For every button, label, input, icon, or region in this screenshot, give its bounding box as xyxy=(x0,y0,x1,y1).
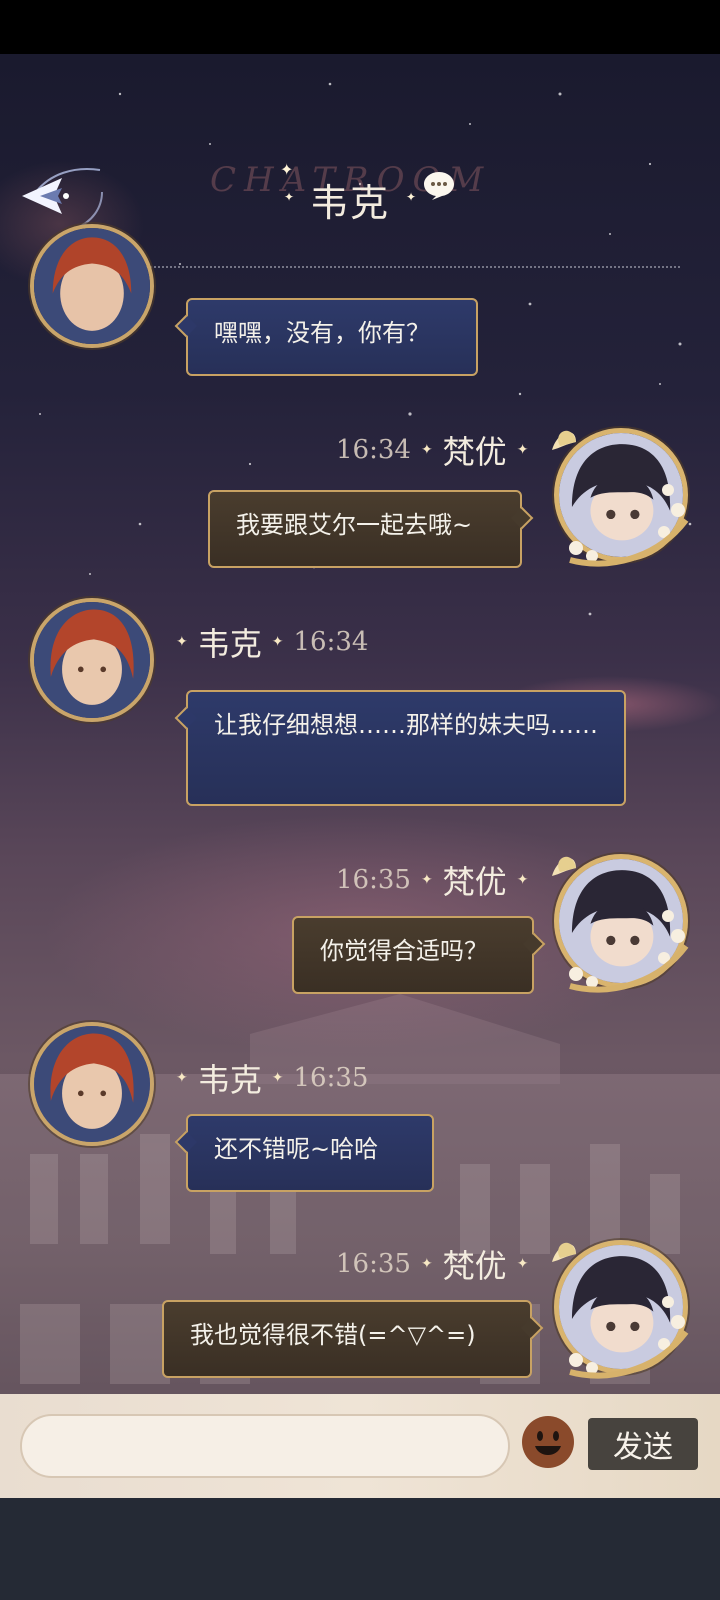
emoji-button[interactable] xyxy=(522,1416,574,1468)
status-bar xyxy=(0,0,720,54)
avatar-wake[interactable] xyxy=(30,1022,154,1146)
message-input-bar: 发送 xyxy=(0,1394,720,1498)
message-header: 16:35 ✦ 梵优 ✦ xyxy=(336,858,528,902)
avatar-fanyou[interactable] xyxy=(546,1232,696,1382)
send-button[interactable]: 发送 xyxy=(588,1418,698,1470)
avatar-wake[interactable] xyxy=(30,224,154,348)
avatar-fanyou[interactable] xyxy=(546,846,696,996)
sender-name: 梵优 xyxy=(442,1247,507,1285)
speech-bubble-icon xyxy=(424,172,454,200)
message-text: 让我仔细想想……那样的妹夫吗…… xyxy=(214,711,598,739)
message-text: 我要跟艾尔一起去哦~ xyxy=(236,511,473,539)
emoji-smile-icon xyxy=(523,1417,573,1467)
message-header: 16:34 ✦ 梵优 ✦ xyxy=(336,428,528,472)
avatar-wake[interactable] xyxy=(30,598,154,722)
message-text: 嘿嘿，没有，你有？ xyxy=(214,319,430,347)
message-text: 还不错呢~哈哈 xyxy=(214,1135,379,1163)
bottom-safe-area xyxy=(0,1498,720,1600)
page-title: 韦克 xyxy=(310,181,391,225)
message-bubble: 你觉得合适吗？ xyxy=(292,916,534,994)
sparkle-icon: ✦ xyxy=(406,190,417,204)
sparkle-icon: ✦ xyxy=(280,160,294,179)
message-time: 16:35 xyxy=(336,865,411,895)
message-time: 16:35 xyxy=(336,1249,411,1279)
message-bubble: 我也觉得很不错(=^▽^=) xyxy=(162,1300,532,1378)
message-bubble: 还不错呢~哈哈 xyxy=(186,1114,434,1192)
message-input[interactable] xyxy=(20,1414,510,1478)
message-bubble: 嘿嘿，没有，你有？ xyxy=(186,298,478,376)
message-text: 我也觉得很不错(=^▽^=) xyxy=(190,1321,476,1349)
sparkle-icon: ✦ xyxy=(420,442,433,458)
sender-name: 韦克 xyxy=(197,625,262,663)
sparkle-icon: ✦ xyxy=(516,872,529,888)
message-bubble: 我要跟艾尔一起去哦~ xyxy=(208,490,522,568)
chat-screen: CHATROOM ✦ ✦ 韦克 ✦ 嘿嘿，没有，你有？ 16:34 ✦ 梵优 ✦… xyxy=(0,0,720,1600)
sparkle-icon: ✦ xyxy=(271,634,284,650)
sparkle-icon: ✦ xyxy=(420,872,433,888)
message-header: ✦ 韦克 ✦ 16:34 xyxy=(176,620,368,664)
sender-name: 梵优 xyxy=(442,433,507,471)
sparkle-icon: ✦ xyxy=(271,1070,284,1086)
message-text: 你觉得合适吗？ xyxy=(320,937,488,965)
message-header: ✦ 韦克 ✦ 16:35 xyxy=(176,1056,368,1100)
sparkle-icon: ✦ xyxy=(516,1256,529,1272)
sparkle-icon: ✦ xyxy=(516,442,529,458)
sparkle-icon: ✦ xyxy=(176,634,188,650)
message-time: 16:35 xyxy=(293,1063,369,1093)
avatar-fanyou[interactable] xyxy=(546,420,696,570)
message-time: 16:34 xyxy=(293,627,369,657)
message-time: 16:34 xyxy=(336,435,411,465)
message-bubble: 让我仔细想想……那样的妹夫吗…… xyxy=(186,690,626,806)
message-header: 16:35 ✦ 梵优 ✦ xyxy=(336,1242,528,1286)
sparkle-icon: ✦ xyxy=(420,1256,433,1272)
sparkle-icon: ✦ xyxy=(176,1070,188,1086)
sender-name: 韦克 xyxy=(197,1061,262,1099)
sender-name: 梵优 xyxy=(442,863,507,901)
chat-title-group: ✦ ✦ 韦克 ✦ xyxy=(270,160,470,230)
sparkle-icon: ✦ xyxy=(284,190,295,204)
